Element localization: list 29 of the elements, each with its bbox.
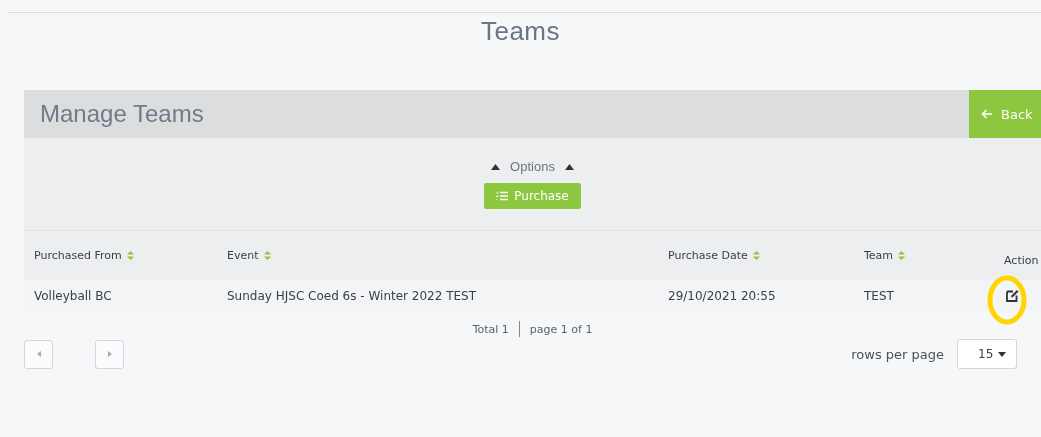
edit-icon[interactable] (1006, 289, 1019, 302)
column-header[interactable]: Event (227, 249, 259, 262)
column-header[interactable]: Purchase Date (668, 249, 748, 262)
page-title: Teams (479, 15, 562, 48)
table-cell: Sunday HJSC Coed 6s - Winter 2022 TEST (227, 288, 477, 303)
page-indicator: page 1 of 1 (529, 322, 593, 336)
table-cell: TEST (864, 288, 894, 303)
sort-icon[interactable] (263, 251, 271, 260)
column-header[interactable]: Purchased From (34, 249, 122, 262)
checklist-icon (496, 191, 509, 201)
sort-icon[interactable] (126, 251, 134, 260)
sort-icon[interactable] (898, 251, 906, 260)
rows-per-page-label: rows per page (851, 346, 944, 362)
next-page-button[interactable] (95, 339, 124, 369)
total-count: Total 1 (472, 322, 509, 336)
rows-per-page-select[interactable]: 15 (957, 339, 1017, 369)
panel-title: Manage Teams (39, 100, 205, 128)
caret-left-icon (36, 351, 41, 357)
highlight-circle (987, 275, 1027, 325)
options-toggle[interactable]: Options (485, 158, 580, 175)
sort-icon[interactable] (752, 251, 760, 260)
column-header[interactable]: Team (864, 249, 894, 262)
table-cell: Volleyball BC (34, 288, 112, 303)
column-header: Action (1004, 254, 1039, 267)
table-cell: 29/10/2021 20:55 (668, 288, 776, 303)
previous-page-button[interactable] (24, 339, 53, 369)
caret-right-icon (107, 351, 112, 357)
caret-down-icon (998, 351, 1007, 357)
arrow-left-icon (981, 109, 993, 119)
